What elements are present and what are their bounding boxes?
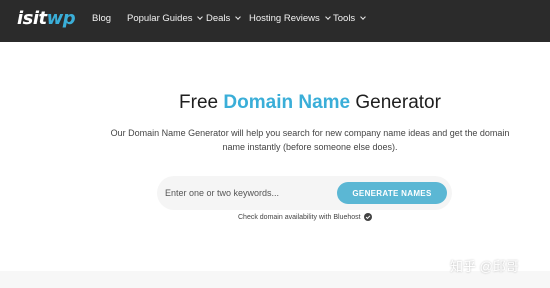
nav-item-popular-guides[interactable]: Popular Guides [127,13,204,24]
nav-item-label: Tools [333,13,356,24]
nav-item-hosting-reviews[interactable]: Hosting Reviews [249,13,331,24]
nav-item-blog[interactable]: Blog [92,13,111,24]
logo-accent-text: wp [46,8,76,29]
nav-item-label: Popular Guides [127,13,193,24]
nav-item-label: Blog [92,13,112,24]
page-title: Free Domain Name Generator [0,92,550,114]
top-navbar: isitwp Blog Popular Guides Deals Hosting… [0,0,550,42]
title-suffix: Generator [350,92,441,113]
nav-item-label: Hosting Reviews [249,13,320,24]
generate-names-button[interactable]: GENERATE NAMES [337,182,447,204]
search-form: GENERATE NAMES [157,176,452,210]
title-accent: Domain Name [223,92,351,113]
logo-text: isit [17,8,47,29]
keyword-input[interactable] [165,183,330,203]
nav-item-tools[interactable]: Tools [333,13,367,24]
availability-note-text: Check domain availability with Bluehost [238,213,361,221]
page-description: Our Domain Name Generator will help you … [110,128,510,152]
chevron-down-icon [324,14,331,20]
watermark: 知乎 @邱哥 [450,259,519,274]
chevron-down-icon [235,14,242,20]
site-logo[interactable]: isitwp [17,8,76,29]
availability-note[interactable]: Check domain availability with Bluehost [238,213,372,221]
check-circle-icon [363,213,372,221]
chevron-down-icon [197,14,204,20]
chevron-down-icon [360,14,367,20]
nav-item-deals[interactable]: Deals [206,13,242,24]
nav-item-label: Deals [206,13,231,24]
title-prefix: Free [179,92,224,113]
